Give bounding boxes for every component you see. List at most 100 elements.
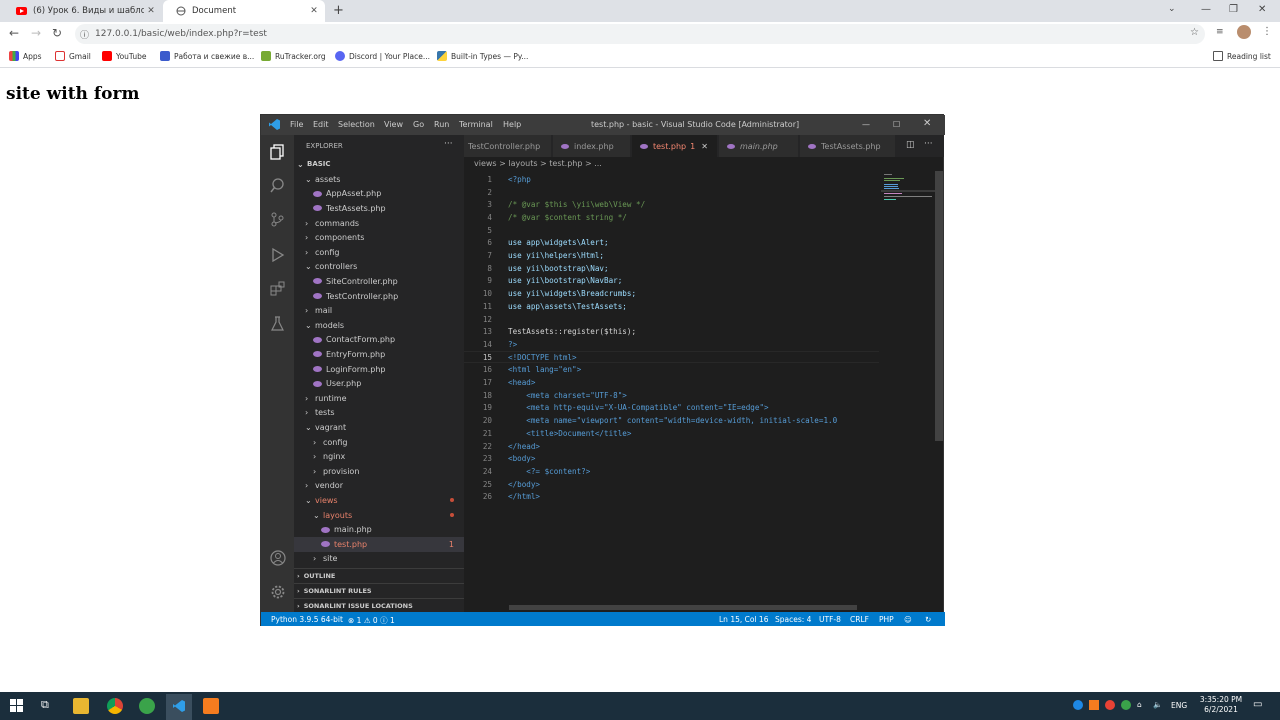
code-line[interactable]: 26 </html> [464,491,879,504]
tree-folder[interactable]: › config [294,435,464,450]
section-outline[interactable]: › OUTLINE [294,568,464,583]
xampp-icon[interactable] [203,698,219,714]
minimap[interactable] [879,171,935,611]
tree-folder[interactable]: › commands [294,216,464,231]
tree-folder[interactable]: › runtime [294,391,464,406]
menu-view[interactable]: View [384,120,403,129]
code-line[interactable]: 5 [464,224,879,237]
code-line[interactable]: 7 use yii\helpers\Html; [464,249,879,262]
code-line[interactable]: 2 [464,186,879,199]
code-line[interactable]: 12 [464,313,879,326]
clock[interactable]: 3:35:20 PM 6/2/2021 [1196,695,1246,715]
code-line[interactable]: 10 use yii\widgets\Breadcrumbs; [464,287,879,300]
horizontal-scrollbar[interactable] [509,605,857,610]
extensions-icon[interactable] [269,280,286,297]
notifications-icon[interactable]: ↻ [925,615,931,624]
source-control-icon[interactable] [269,211,286,228]
menu-selection[interactable]: Selection [338,120,375,129]
close-tab-icon[interactable]: ✕ [701,142,708,151]
minimize-icon[interactable]: — [1201,4,1211,15]
breadcrumb[interactable]: views > layouts > test.php > ... [474,159,602,168]
media-icon[interactable]: ≡ [1216,27,1224,37]
code-line[interactable]: 3 /* @var $this \yii\web\View */ [464,198,879,211]
tab-index[interactable]: index.php [553,135,631,157]
vscode-minimize-icon[interactable]: — [862,120,870,129]
file-explorer-icon[interactable] [73,698,89,714]
menu-file[interactable]: File [290,120,303,129]
code-editor[interactable]: 1 <?php 2 3/* @var $this \yii\web\View */4/… [464,171,879,606]
tree-file[interactable]: main.php [294,522,464,537]
tray-app-icon[interactable] [1105,700,1115,710]
tree-folder[interactable]: ⌄ layouts [294,508,464,523]
code-line[interactable]: 8 use yii\bootstrap\Nav; [464,262,879,275]
tree-folder[interactable]: ⌄ controllers [294,260,464,275]
action-center-icon[interactable]: ▭ [1253,700,1262,710]
testing-flask-icon[interactable] [269,315,286,332]
tree-folder[interactable]: ⌄ views [294,493,464,508]
code-line[interactable]: 13 TestAssets::register($this); [464,325,879,338]
code-line[interactable]: 24 <?= $content?> [464,465,879,478]
tree-file[interactable]: LoginForm.php [294,362,464,377]
code-line[interactable]: 6 use app\widgets\Alert; [464,237,879,250]
tree-folder[interactable]: ⌄ models [294,318,464,333]
language-indicator[interactable]: ENG [1171,701,1187,711]
tree-file[interactable]: EntryForm.php [294,347,464,362]
task-view-icon[interactable]: ⧉ [41,698,49,712]
python-interpreter[interactable]: Python 3.9.5 64-bit [271,615,343,624]
reload-icon[interactable]: ↻ [52,26,62,40]
code-line[interactable]: 14 ?> [464,338,879,351]
browser-tab-document[interactable]: Document ✕ [163,0,325,22]
url-text[interactable]: 127.0.0.1/basic/web/index.php?r=test [95,29,267,39]
menu-terminal[interactable]: Terminal [459,120,493,129]
project-root[interactable]: ⌄ BASIC [294,157,464,172]
tree-file[interactable]: AppAsset.php [294,187,464,202]
code-line[interactable]: 23 <body> [464,452,879,465]
menu-icon[interactable]: ⋮ [1262,26,1272,37]
menu-go[interactable]: Go [413,120,424,129]
code-line[interactable]: 22 </head> [464,440,879,453]
menu-help[interactable]: Help [503,120,521,129]
tree-folder[interactable]: › mail [294,303,464,318]
tree-file[interactable]: test.php 1 [294,537,464,552]
cursor-position[interactable]: Ln 15, Col 16 [719,615,768,624]
tab-testassets[interactable]: TestAssets.php [800,135,896,157]
tray-xampp-icon[interactable] [1089,700,1099,710]
editor-more-icon[interactable]: ··· [924,139,933,149]
settings-gear-icon[interactable] [269,583,286,600]
tree-file[interactable]: SiteController.php [294,274,464,289]
bookmark-rabota[interactable]: Работа и свежие в... [160,51,254,61]
tree-folder[interactable]: ⌄ assets [294,172,464,187]
bookmark-gmail[interactable]: Gmail [55,51,91,61]
tree-file[interactable]: ContactForm.php [294,333,464,348]
tab-main[interactable]: main.php [719,135,799,157]
tray-app-icon[interactable] [1073,700,1083,710]
menu-edit[interactable]: Edit [313,120,329,129]
search-icon[interactable] [269,177,286,194]
problems-count[interactable]: ⊗ 1 ⚠ 0 ⓘ 1 [348,615,395,626]
network-icon[interactable]: ⌂ [1137,700,1142,710]
tree-file[interactable]: TestController.php [294,289,464,304]
code-line[interactable]: 1 <?php [464,173,879,186]
code-line[interactable]: 21 <title>Document</title> [464,427,879,440]
tab-search-icon[interactable]: ⌄ [1168,4,1176,14]
indentation[interactable]: Spaces: 4 [775,615,811,624]
volume-icon[interactable]: 🔈 [1153,700,1162,710]
tree-file[interactable]: User.php [294,376,464,391]
menu-run[interactable]: Run [434,120,449,129]
tree-file[interactable]: TestAssets.php [294,201,464,216]
more-actions-icon[interactable]: ··· [444,139,453,149]
torrent-icon[interactable] [139,698,155,714]
split-editor-icon[interactable]: ◫ [906,140,915,150]
restore-icon[interactable]: ❐ [1229,4,1238,15]
tree-folder[interactable]: › tests [294,406,464,421]
run-debug-icon[interactable] [269,246,286,263]
forward-icon[interactable]: → [31,26,41,40]
bookmark-apps[interactable]: Apps [9,51,42,61]
encoding[interactable]: UTF-8 [819,615,841,624]
windows-start-icon[interactable] [10,699,23,715]
account-icon[interactable] [269,549,286,566]
tab-test[interactable]: test.php 1 ✕ [632,135,718,157]
feedback-icon[interactable]: ☺ [904,615,912,624]
code-line[interactable]: 18 <meta charset="UTF-8"> [464,389,879,402]
bookmark-rutracker[interactable]: RuTracker.org [261,51,326,61]
